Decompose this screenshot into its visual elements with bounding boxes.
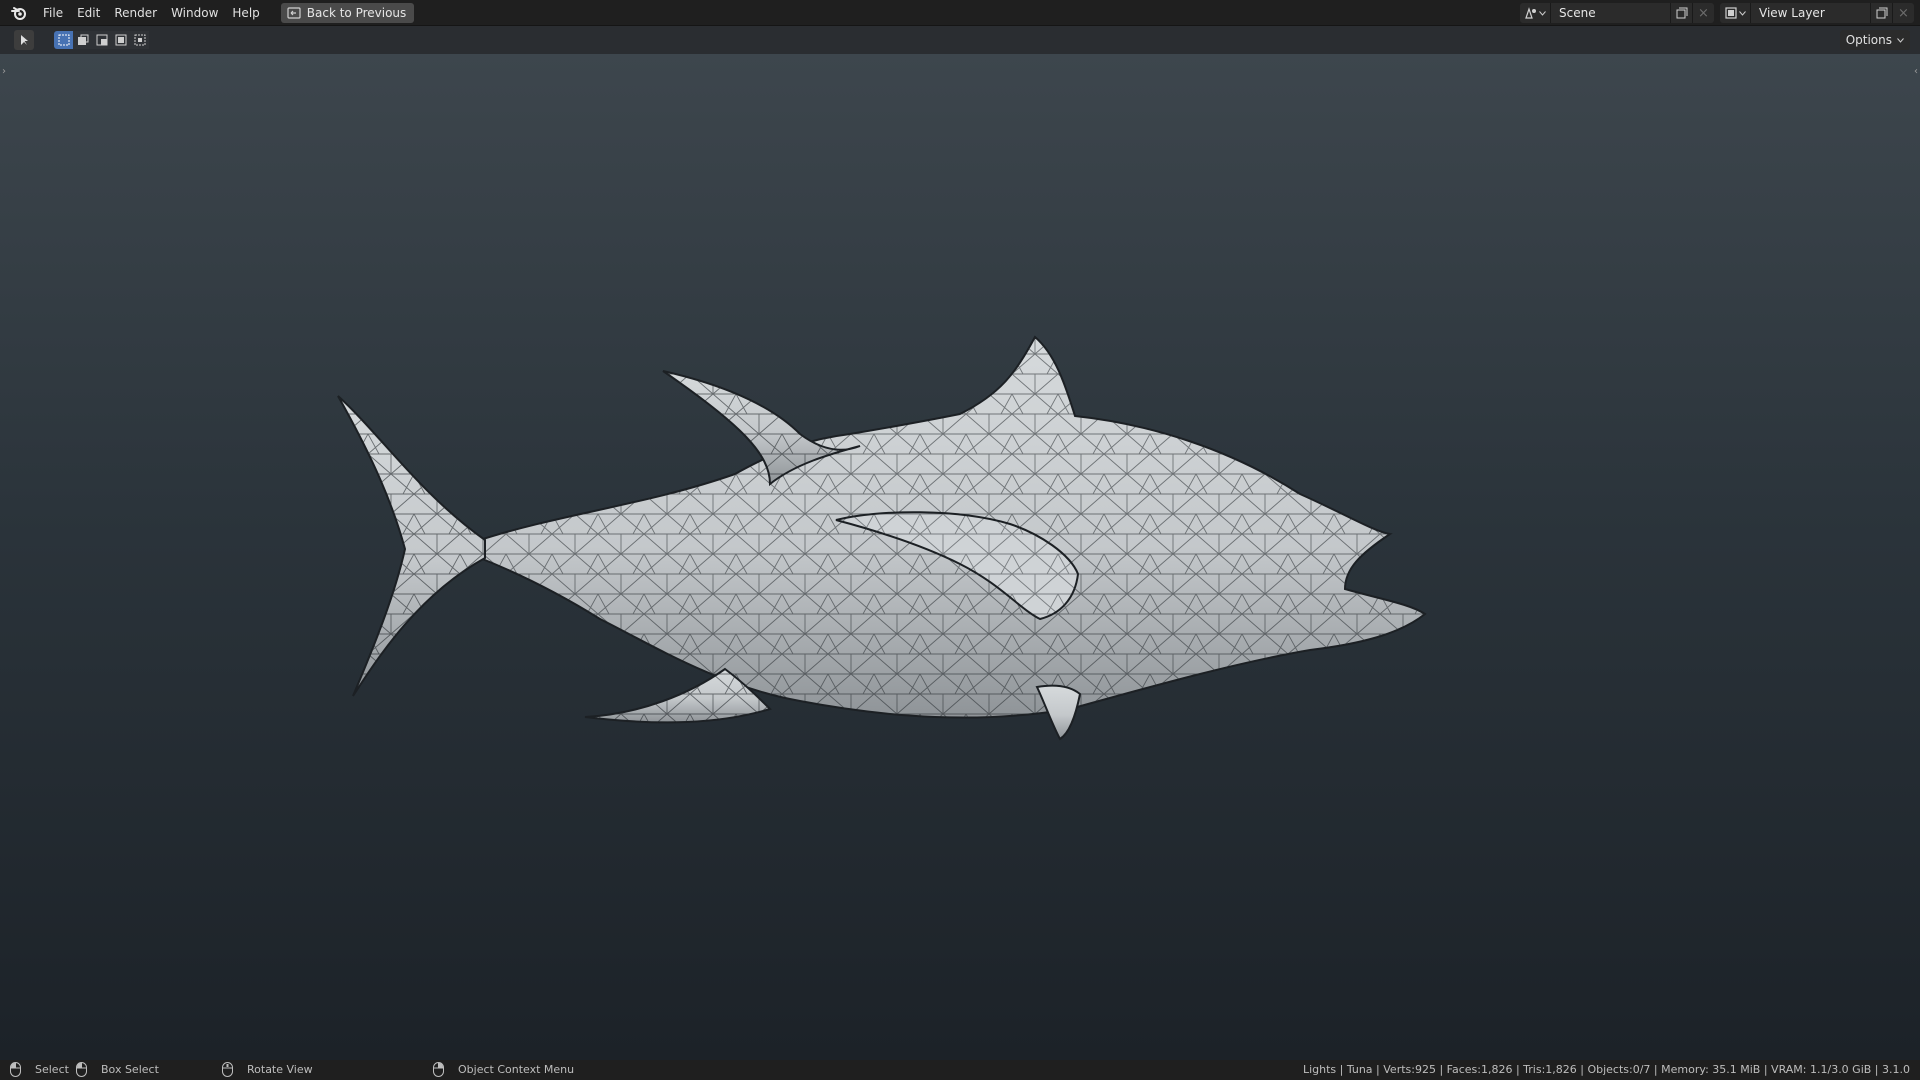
mode-set-new-button[interactable] — [54, 31, 73, 49]
selection-mode-group — [54, 31, 149, 49]
scene-selector: Scene × — [1520, 3, 1714, 23]
scene-statistics: Lights | Tuna | Verts:925 | Faces:1,826 … — [1302, 1063, 1910, 1076]
hint-rotate-view: Rotate View — [222, 1062, 313, 1077]
tuna-mesh[interactable] — [0, 54, 1920, 1060]
select-subtract-icon — [96, 34, 107, 46]
tuna-body-group — [337, 335, 1427, 741]
view-layer-browse-button[interactable] — [1720, 3, 1750, 23]
menu-file[interactable]: File — [36, 2, 70, 24]
mode-subtract-button[interactable] — [92, 31, 111, 49]
mouse-drag-icon — [76, 1062, 87, 1077]
cursor-arrow-icon — [21, 35, 28, 45]
mouse-right-icon — [433, 1062, 444, 1077]
scene-icon — [1525, 7, 1536, 19]
duplicate-icon — [1876, 7, 1887, 19]
scene-browse-button[interactable] — [1520, 3, 1550, 23]
view-layer-name-field[interactable]: View Layer — [1750, 3, 1870, 23]
scene-duplicate-button[interactable] — [1670, 3, 1692, 23]
hint-context-menu-label: Object Context Menu — [458, 1063, 575, 1076]
menu-window[interactable]: Window — [164, 2, 225, 24]
tool-select-button[interactable] — [14, 30, 34, 50]
select-invert-icon — [115, 34, 126, 46]
scene-controls: Scene × View Layer × — [1520, 3, 1914, 23]
menu-help[interactable]: Help — [225, 2, 266, 24]
view-layer-close-button[interactable]: × — [1892, 3, 1914, 23]
view-layer-selector: View Layer × — [1720, 3, 1914, 23]
back-to-previous-button[interactable]: Back to Previous — [280, 2, 415, 23]
hint-box-select-label: Box Select — [101, 1063, 159, 1076]
mode-extend-button[interactable] — [73, 31, 92, 49]
scene-close-button[interactable]: × — [1692, 3, 1714, 23]
back-to-previous-icon — [287, 6, 301, 19]
hint-select-label: Select — [35, 1063, 69, 1076]
menu-edit[interactable]: Edit — [70, 2, 107, 24]
close-icon: × — [1698, 5, 1709, 21]
select-intersect-icon — [134, 34, 145, 46]
blender-logo-icon[interactable] — [8, 2, 30, 24]
duplicate-icon — [1676, 7, 1687, 19]
view-layer-icon — [1725, 7, 1737, 19]
scene-name-field[interactable]: Scene — [1550, 3, 1670, 23]
menu-render[interactable]: Render — [107, 2, 164, 24]
hint-select: Select — [10, 1062, 69, 1077]
close-icon: × — [1898, 5, 1909, 21]
options-dropdown[interactable]: Options — [1839, 30, 1910, 50]
chevron-down-icon — [1739, 10, 1746, 16]
options-label: Options — [1845, 33, 1892, 47]
mode-invert-button[interactable] — [111, 31, 130, 49]
view-layer-duplicate-button[interactable] — [1870, 3, 1892, 23]
back-to-previous-label: Back to Previous — [306, 5, 407, 20]
mode-intersect-button[interactable] — [130, 31, 149, 49]
select-extend-icon — [77, 34, 88, 45]
main-menu: File Edit Render Window Help — [36, 2, 267, 24]
select-set-icon — [58, 34, 69, 46]
viewport-header: Options — [0, 26, 1920, 54]
hint-rotate-view-label: Rotate View — [247, 1063, 313, 1076]
chevron-down-icon — [1897, 37, 1904, 43]
3d-viewport[interactable]: › ‹ — [0, 54, 1920, 1060]
mouse-middle-icon — [222, 1062, 233, 1077]
status-bar: Select Box Select Rotate View Object Con… — [0, 1060, 1920, 1080]
top-bar: File Edit Render Window Help Back to Pre… — [0, 0, 1920, 26]
chevron-down-icon — [1539, 10, 1546, 16]
hint-context-menu: Object Context Menu — [433, 1062, 574, 1077]
hint-box-select: Box Select — [76, 1062, 159, 1077]
mouse-left-icon — [10, 1062, 21, 1077]
